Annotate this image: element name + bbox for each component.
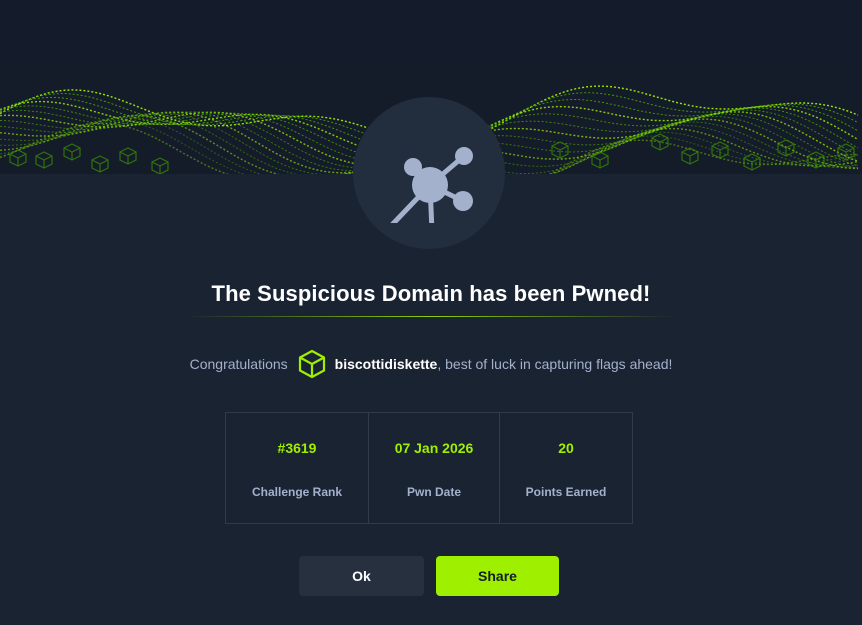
challenge-badge	[353, 97, 505, 249]
stat-pwn-date: 07 Jan 2026 Pwn Date	[368, 413, 499, 523]
title-divider	[186, 316, 676, 317]
congrats-message: Congratulations biscottidiskette , best …	[0, 349, 862, 379]
stat-challenge-rank: #3619 Challenge Rank	[226, 413, 368, 523]
stat-label: Points Earned	[525, 485, 607, 499]
stat-label: Challenge Rank	[251, 485, 343, 499]
stats-card: #3619 Challenge Rank 07 Jan 2026 Pwn Dat…	[225, 412, 633, 524]
ok-button[interactable]: Ok	[299, 556, 424, 596]
stat-value: 20	[558, 440, 574, 456]
stat-label: Pwn Date	[406, 485, 461, 499]
cube-icon	[298, 349, 326, 379]
congrats-suffix: , best of luck in capturing flags ahead!	[437, 356, 673, 372]
stat-value: 07 Jan 2026	[394, 440, 474, 456]
stat-value: #3619	[277, 440, 317, 456]
share-button[interactable]: Share	[436, 556, 559, 596]
page-title: The Suspicious Domain has been Pwned!	[211, 281, 651, 306]
stat-points-earned: 20 Points Earned	[499, 413, 632, 523]
congrats-prefix: Congratulations	[189, 356, 288, 372]
username[interactable]: biscottidiskette	[335, 356, 438, 372]
pwned-dialog: The Suspicious Domain has been Pwned! Co…	[0, 0, 862, 625]
network-node-icon	[377, 119, 481, 233]
